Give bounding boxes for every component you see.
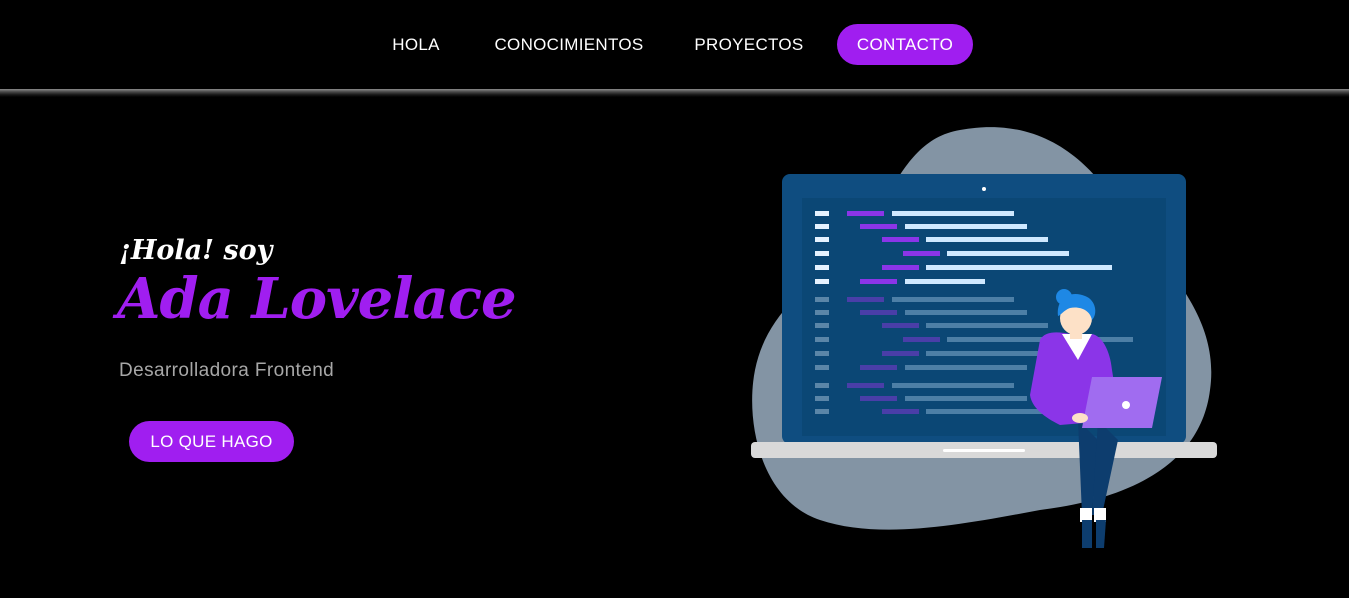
nav-item-contacto[interactable]: CONTACTO (837, 24, 973, 65)
developer-at-laptop-illustration (740, 120, 1230, 560)
page: HOLA CONOCIMIENTOS PROYECTOS CONTACTO ¡H… (0, 0, 1349, 598)
nav-item-conocimientos[interactable]: CONOCIMIENTOS (484, 24, 654, 65)
hero-name: Ada Lovelace (117, 266, 517, 332)
camera-icon (982, 187, 986, 191)
nav-item-proyectos[interactable]: PROYECTOS (686, 24, 812, 65)
hero-greeting: ¡Hola! soy (119, 235, 273, 266)
nav-list: HOLA CONOCIMIENTOS PROYECTOS CONTACTO (0, 24, 1349, 65)
top-navigation: HOLA CONOCIMIENTOS PROYECTOS CONTACTO (0, 0, 1349, 90)
nav-divider-shadow (0, 89, 1349, 97)
nav-item-hola[interactable]: HOLA (376, 24, 456, 65)
hero-role: Desarrolladora Frontend (119, 360, 335, 381)
lo-que-hago-button[interactable]: LO QUE HAGO (129, 421, 294, 462)
